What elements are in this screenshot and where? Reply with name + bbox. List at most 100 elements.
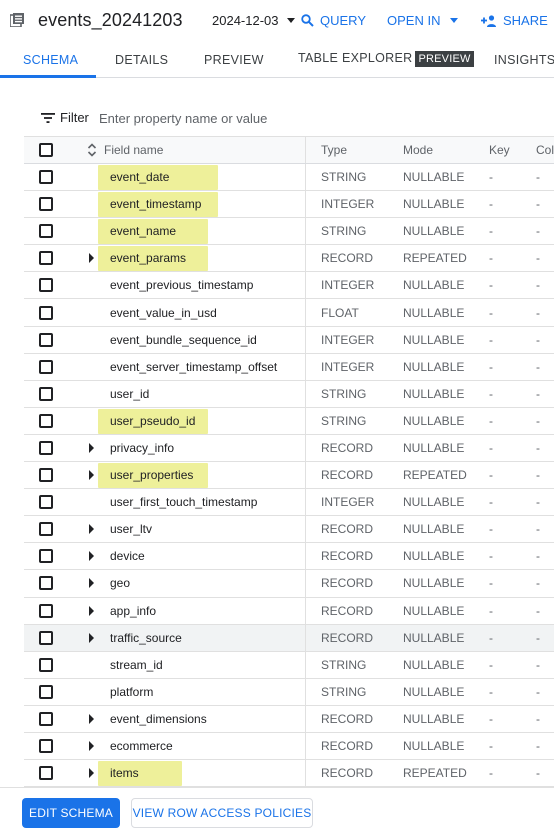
row-checkbox[interactable] bbox=[39, 251, 53, 266]
row-checkbox[interactable] bbox=[39, 386, 53, 401]
field-col-cell: - bbox=[536, 576, 540, 591]
table-row: ecommerce RECORD NULLABLE - - bbox=[24, 732, 554, 761]
chevron-right-icon[interactable] bbox=[88, 442, 94, 453]
field-type-cell: FLOAT bbox=[321, 305, 359, 320]
field-name-cell: traffic_source bbox=[98, 624, 306, 651]
open-in-button[interactable]: OPEN IN bbox=[387, 13, 459, 28]
row-checkbox[interactable] bbox=[39, 278, 53, 293]
row-checkbox[interactable] bbox=[39, 305, 53, 320]
field-mode-cell: NULLABLE bbox=[403, 305, 465, 320]
expand-cell bbox=[84, 760, 98, 786]
chevron-right-icon[interactable] bbox=[88, 551, 94, 562]
table-row: event_date STRING NULLABLE - - bbox=[24, 164, 554, 192]
row-checkbox[interactable] bbox=[39, 657, 53, 672]
row-checkbox[interactable] bbox=[39, 630, 53, 645]
edit-schema-button[interactable]: EDIT SCHEMA bbox=[22, 798, 120, 828]
table-row: stream_id STRING NULLABLE - - bbox=[24, 651, 554, 679]
col-header-mode: Mode bbox=[403, 143, 434, 157]
query-button[interactable]: QUERY bbox=[301, 13, 366, 28]
query-button-label: QUERY bbox=[320, 13, 366, 28]
field-col-cell: - bbox=[536, 495, 540, 510]
field-type-cell: RECORD bbox=[321, 440, 374, 455]
row-checkbox[interactable] bbox=[39, 684, 53, 699]
col-header-key: Key bbox=[489, 143, 510, 157]
field-key-cell: - bbox=[489, 305, 493, 320]
row-checkbox[interactable] bbox=[39, 549, 53, 564]
col-header-field-name[interactable]: Field name bbox=[84, 137, 306, 163]
row-select-cell bbox=[24, 462, 68, 488]
table-row: event_timestamp INTEGER NULLABLE - - bbox=[24, 191, 554, 219]
col-header-col: Col bbox=[536, 143, 554, 157]
table-row: user_pseudo_id STRING NULLABLE - - bbox=[24, 407, 554, 435]
chevron-right-icon[interactable] bbox=[88, 768, 94, 779]
chevron-right-icon[interactable] bbox=[88, 741, 94, 752]
field-mode-cell: NULLABLE bbox=[403, 522, 465, 537]
row-select-cell bbox=[24, 245, 68, 271]
row-checkbox[interactable] bbox=[39, 413, 53, 428]
row-select-cell bbox=[24, 733, 68, 759]
share-button[interactable]: SHARE bbox=[481, 13, 548, 28]
field-mode-cell: NULLABLE bbox=[403, 684, 465, 699]
field-mode-cell: NULLABLE bbox=[403, 170, 465, 185]
row-checkbox[interactable] bbox=[39, 766, 53, 781]
tab-details[interactable]: DETAILS bbox=[115, 53, 168, 67]
field-mode-cell: NULLABLE bbox=[403, 603, 465, 618]
field-col-cell: - bbox=[536, 224, 540, 239]
chevron-right-icon[interactable] bbox=[88, 578, 94, 589]
row-checkbox[interactable] bbox=[39, 440, 53, 455]
field-col-cell: - bbox=[536, 522, 540, 537]
row-checkbox[interactable] bbox=[39, 468, 53, 483]
field-col-cell: - bbox=[536, 332, 540, 347]
chevron-right-icon[interactable] bbox=[88, 605, 94, 616]
field-name-cell: ecommerce bbox=[98, 732, 306, 760]
row-checkbox[interactable] bbox=[39, 332, 53, 347]
field-col-cell: - bbox=[536, 305, 540, 320]
field-name-cell: event_params bbox=[98, 245, 306, 272]
row-checkbox[interactable] bbox=[39, 359, 53, 374]
filter-input[interactable] bbox=[99, 108, 399, 128]
share-button-label: SHARE bbox=[503, 13, 548, 28]
table-row: event_bundle_sequence_id INTEGER NULLABLE -… bbox=[24, 326, 554, 354]
chevron-right-icon[interactable] bbox=[88, 524, 94, 535]
field-name-cell: event_bundle_sequence_id bbox=[98, 326, 306, 353]
field-name-cell: user_first_touch_timestamp bbox=[98, 489, 306, 516]
row-select-cell bbox=[24, 489, 68, 515]
field-col-cell: - bbox=[536, 278, 540, 293]
expand-cell bbox=[84, 462, 98, 488]
select-all-checkbox[interactable] bbox=[39, 143, 53, 157]
row-checkbox[interactable] bbox=[39, 739, 53, 754]
row-checkbox[interactable] bbox=[39, 224, 53, 239]
field-col-cell: - bbox=[536, 251, 540, 266]
chevron-right-icon[interactable] bbox=[88, 253, 94, 264]
field-col-cell: - bbox=[536, 468, 540, 483]
row-checkbox[interactable] bbox=[39, 522, 53, 537]
row-checkbox[interactable] bbox=[39, 495, 53, 510]
row-checkbox[interactable] bbox=[39, 576, 53, 591]
field-name-cell: privacy_info bbox=[98, 434, 306, 462]
row-checkbox[interactable] bbox=[39, 711, 53, 726]
table-icon bbox=[10, 13, 24, 27]
date-select[interactable]: 2024-12-03 bbox=[212, 13, 295, 28]
view-row-access-policies-button[interactable]: VIEW ROW ACCESS POLICIES bbox=[131, 798, 313, 828]
field-name-cell: device bbox=[98, 543, 306, 570]
table-body: event_date STRING NULLABLE - - event_timestam… bbox=[24, 164, 554, 788]
tab-preview[interactable]: PREVIEW bbox=[204, 53, 264, 67]
row-checkbox[interactable] bbox=[39, 170, 53, 185]
field-key-cell: - bbox=[489, 766, 493, 781]
row-checkbox[interactable] bbox=[39, 603, 53, 618]
field-col-cell: - bbox=[536, 657, 540, 672]
table-row: user_first_touch_timestamp INTEGER NULLABL… bbox=[24, 489, 554, 517]
tab-schema[interactable]: SCHEMA bbox=[23, 53, 78, 67]
field-mode-cell: NULLABLE bbox=[403, 332, 465, 347]
row-checkbox[interactable] bbox=[39, 197, 53, 212]
tab-insights[interactable]: INSIGHTS bbox=[494, 53, 554, 67]
field-key-cell: - bbox=[489, 495, 493, 510]
chevron-right-icon[interactable] bbox=[88, 713, 94, 724]
row-select-cell bbox=[24, 570, 68, 596]
chevron-right-icon[interactable] bbox=[88, 470, 94, 481]
row-select-cell bbox=[24, 679, 68, 705]
chevron-right-icon[interactable] bbox=[88, 632, 94, 643]
tab-table-explorer-label: TABLE EXPLORER bbox=[298, 51, 413, 65]
row-select-cell bbox=[24, 299, 68, 325]
tab-table-explorer[interactable]: TABLE EXPLORER PREVIEW bbox=[298, 51, 474, 67]
